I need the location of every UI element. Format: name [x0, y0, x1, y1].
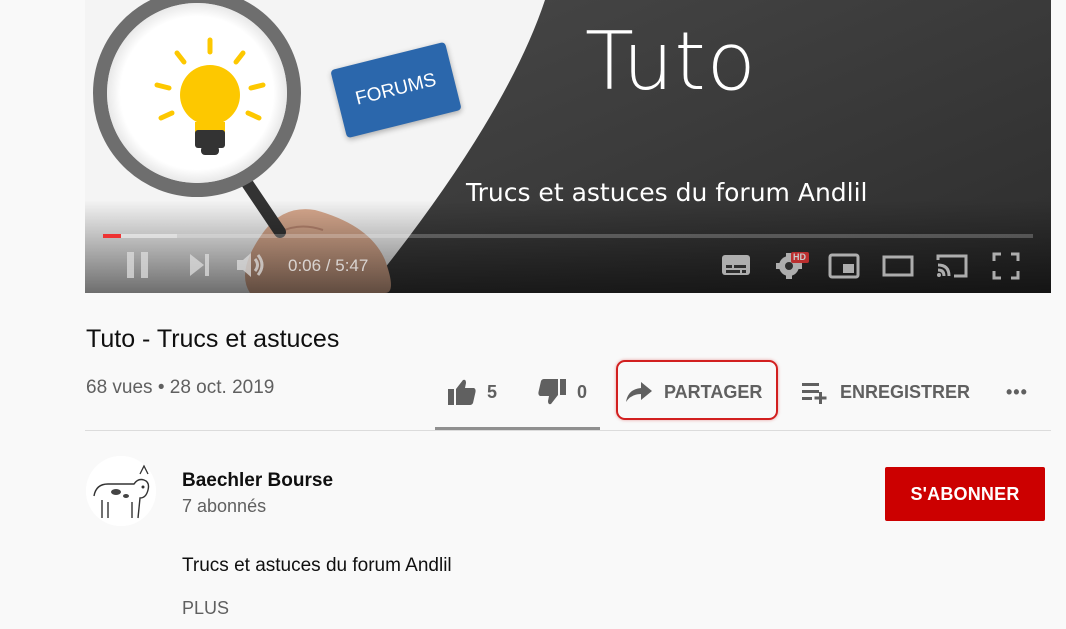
settings-icon[interactable]: HD	[775, 250, 809, 285]
progress-bar[interactable]	[103, 234, 1033, 238]
share-highlight-box	[616, 360, 778, 420]
subscribe-button[interactable]: S'ABONNER	[885, 467, 1045, 521]
dislike-button[interactable]: 0	[537, 372, 587, 412]
thumbs-up-icon	[448, 379, 476, 405]
play-pause-icon[interactable]	[125, 250, 151, 285]
fullscreen-icon[interactable]	[992, 252, 1020, 285]
time-display: 0:06 / 5:47	[288, 256, 369, 275]
miniplayer-icon[interactable]	[828, 253, 860, 284]
channel-avatar[interactable]	[86, 456, 156, 526]
progress-played	[103, 234, 121, 238]
save-button[interactable]: ENREGISTRER	[800, 372, 970, 412]
thumbnail-subtitle: Trucs et astuces du forum Andlil	[466, 178, 868, 207]
subscriber-count: 7 abonnés	[182, 496, 267, 516]
video-player[interactable]: Tuto Trucs et astuces du forum Andlil FO…	[85, 0, 1051, 293]
save-label: ENREGISTRER	[840, 381, 971, 402]
divider	[85, 430, 1051, 431]
hd-badge: HD	[793, 252, 806, 262]
more-actions-icon: •••	[1006, 381, 1028, 402]
next-icon[interactable]	[187, 250, 213, 285]
player-controls: 0:06 / 5:47 HD	[85, 246, 1051, 286]
more-actions-button[interactable]: •••	[1006, 372, 1028, 412]
playlist-add-icon	[802, 383, 827, 404]
video-title: Tuto - Trucs et astuces	[86, 325, 340, 353]
show-more-button[interactable]: PLUS	[182, 598, 229, 619]
thumbnail-title: Tuto	[585, 15, 757, 108]
cast-icon[interactable]	[935, 252, 969, 285]
forums-card-label: FORUMS	[353, 69, 439, 110]
channel-name[interactable]: Baechler Bourse	[182, 470, 333, 492]
thumbs-down-icon	[538, 379, 566, 405]
subtitles-icon[interactable]	[721, 253, 751, 282]
dislike-count: 0	[577, 381, 588, 402]
video-meta: 68 vues • 28 oct. 2019	[86, 377, 275, 398]
theater-icon[interactable]	[882, 255, 914, 282]
like-count: 5	[487, 381, 498, 402]
volume-icon[interactable]	[235, 250, 267, 285]
cow-avatar-icon	[86, 456, 156, 526]
video-description: Trucs et astuces du forum Andlil	[182, 555, 452, 576]
like-button[interactable]: 5	[447, 372, 497, 412]
